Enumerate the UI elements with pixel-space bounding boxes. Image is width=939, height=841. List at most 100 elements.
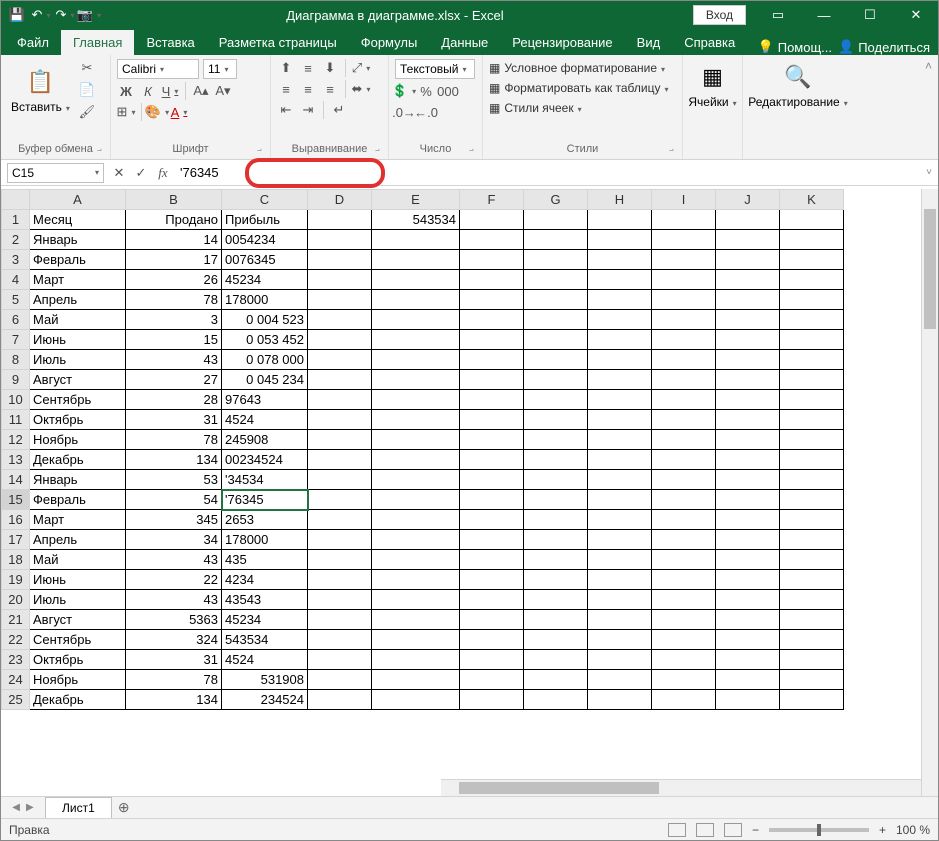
cell-C3[interactable]: 0076345 bbox=[222, 250, 308, 270]
row-header-25[interactable]: 25 bbox=[2, 690, 30, 710]
cell-A1[interactable]: Месяц bbox=[30, 210, 126, 230]
cell-B12[interactable]: 78 bbox=[126, 430, 222, 450]
zoom-slider[interactable] bbox=[769, 828, 869, 832]
cell-B1[interactable]: Продано bbox=[126, 210, 222, 230]
cell-C13[interactable]: 00234524 bbox=[222, 450, 308, 470]
col-header-B[interactable]: B bbox=[126, 190, 222, 210]
cell-A25[interactable]: Декабрь bbox=[30, 690, 126, 710]
cell-B18[interactable]: 43 bbox=[126, 550, 222, 570]
cell-A11[interactable]: Октябрь bbox=[30, 410, 126, 430]
font-size-combo[interactable]: 11 bbox=[203, 59, 237, 79]
page-break-view-icon[interactable] bbox=[724, 823, 742, 837]
tab-данные[interactable]: Данные bbox=[429, 30, 500, 55]
cell-B20[interactable]: 43 bbox=[126, 590, 222, 610]
maximize-icon[interactable]: ☐ bbox=[848, 1, 892, 29]
italic-button[interactable]: К bbox=[139, 82, 157, 100]
row-header-18[interactable]: 18 bbox=[2, 550, 30, 570]
camera-icon[interactable]: 📷 bbox=[81, 7, 97, 23]
zoom-out-icon[interactable]: − bbox=[752, 823, 759, 837]
cell-C11[interactable]: 4524 bbox=[222, 410, 308, 430]
cell-A22[interactable]: Сентябрь bbox=[30, 630, 126, 650]
decrease-indent-icon[interactable]: ⇤ bbox=[277, 101, 295, 119]
fill-color-icon[interactable]: 🎨 bbox=[148, 103, 166, 121]
zoom-level[interactable]: 100 % bbox=[896, 823, 930, 837]
align-center-icon[interactable]: ≡ bbox=[299, 80, 317, 98]
cell-C15[interactable]: '76345 bbox=[222, 490, 308, 510]
cell-A4[interactable]: Март bbox=[30, 270, 126, 290]
cell-B9[interactable]: 27 bbox=[126, 370, 222, 390]
cell-A20[interactable]: Июль bbox=[30, 590, 126, 610]
copy-icon[interactable]: 📄 bbox=[78, 81, 96, 99]
cell-C16[interactable]: 2653 bbox=[222, 510, 308, 530]
format-as-table-button[interactable]: ▦Форматировать как таблицу bbox=[489, 79, 676, 97]
cell-B6[interactable]: 3 bbox=[126, 310, 222, 330]
col-header-E[interactable]: E bbox=[372, 190, 460, 210]
align-bottom-icon[interactable]: ⬇ bbox=[321, 59, 339, 77]
normal-view-icon[interactable] bbox=[668, 823, 686, 837]
col-header-D[interactable]: D bbox=[308, 190, 372, 210]
align-right-icon[interactable]: ≡ bbox=[321, 80, 339, 98]
tab-формулы[interactable]: Формулы bbox=[349, 30, 430, 55]
cell-A7[interactable]: Июнь bbox=[30, 330, 126, 350]
cell-A19[interactable]: Июнь bbox=[30, 570, 126, 590]
fx-icon[interactable]: fx bbox=[152, 162, 174, 184]
cell-B13[interactable]: 134 bbox=[126, 450, 222, 470]
col-header-J[interactable]: J bbox=[716, 190, 780, 210]
cell-C9[interactable]: 0 045 234 bbox=[222, 370, 308, 390]
cell-A2[interactable]: Январь bbox=[30, 230, 126, 250]
row-header-4[interactable]: 4 bbox=[2, 270, 30, 290]
cell-B14[interactable]: 53 bbox=[126, 470, 222, 490]
cell-B11[interactable]: 31 bbox=[126, 410, 222, 430]
conditional-formatting-button[interactable]: ▦Условное форматирование bbox=[489, 59, 676, 77]
row-header-11[interactable]: 11 bbox=[2, 410, 30, 430]
wrap-text-icon[interactable]: ↵ bbox=[330, 101, 348, 119]
cell-C18[interactable]: 435 bbox=[222, 550, 308, 570]
cell-C5[interactable]: 178000 bbox=[222, 290, 308, 310]
close-icon[interactable]: ✕ bbox=[894, 1, 938, 29]
cell-A3[interactable]: Февраль bbox=[30, 250, 126, 270]
horizontal-scrollbar[interactable] bbox=[441, 779, 921, 796]
select-all-corner[interactable] bbox=[2, 190, 30, 210]
minimize-icon[interactable]: — bbox=[802, 1, 846, 29]
percent-icon[interactable]: % bbox=[417, 82, 435, 100]
cell-C20[interactable]: 43543 bbox=[222, 590, 308, 610]
tab-главная[interactable]: Главная bbox=[61, 30, 134, 55]
paste-button[interactable]: 📋 Вставить bbox=[7, 64, 74, 116]
row-header-5[interactable]: 5 bbox=[2, 290, 30, 310]
cell-A10[interactable]: Сентябрь bbox=[30, 390, 126, 410]
cell-A23[interactable]: Октябрь bbox=[30, 650, 126, 670]
font-name-combo[interactable]: Calibri bbox=[117, 59, 199, 79]
row-header-1[interactable]: 1 bbox=[2, 210, 30, 230]
cell-C22[interactable]: 543534 bbox=[222, 630, 308, 650]
vertical-scrollbar[interactable] bbox=[921, 189, 938, 796]
cell-C1[interactable]: Прибыль bbox=[222, 210, 308, 230]
cell-B19[interactable]: 22 bbox=[126, 570, 222, 590]
formula-input[interactable]: '76345 bbox=[174, 165, 920, 180]
save-icon[interactable]: 💾 bbox=[9, 7, 25, 23]
row-header-23[interactable]: 23 bbox=[2, 650, 30, 670]
align-left-icon[interactable]: ≡ bbox=[277, 80, 295, 98]
ribbon-display-icon[interactable]: ▭ bbox=[756, 1, 800, 29]
decrease-font-icon[interactable]: A▾ bbox=[214, 82, 232, 100]
cell-C6[interactable]: 0 004 523 bbox=[222, 310, 308, 330]
cell-B3[interactable]: 17 bbox=[126, 250, 222, 270]
row-header-21[interactable]: 21 bbox=[2, 610, 30, 630]
cell-B8[interactable]: 43 bbox=[126, 350, 222, 370]
cell-C23[interactable]: 4524 bbox=[222, 650, 308, 670]
cell-B7[interactable]: 15 bbox=[126, 330, 222, 350]
tell-me[interactable]: 💡Помощ... bbox=[758, 39, 832, 55]
cells-button[interactable]: ▦ Ячейки bbox=[689, 59, 736, 111]
cell-C12[interactable]: 245908 bbox=[222, 430, 308, 450]
redo-icon[interactable]: ↷ bbox=[57, 7, 73, 23]
cancel-icon[interactable]: ✕ bbox=[108, 162, 130, 184]
collapse-ribbon-icon[interactable]: ˄ bbox=[919, 55, 938, 159]
cell-B22[interactable]: 324 bbox=[126, 630, 222, 650]
sheet-nav[interactable]: ◀▶ bbox=[1, 802, 45, 813]
border-icon[interactable]: ⊞ bbox=[117, 103, 135, 121]
increase-font-icon[interactable]: A▴ bbox=[192, 82, 210, 100]
cell-B23[interactable]: 31 bbox=[126, 650, 222, 670]
cell-C2[interactable]: 0054234 bbox=[222, 230, 308, 250]
cell-A6[interactable]: Май bbox=[30, 310, 126, 330]
merge-icon[interactable]: ⬌ bbox=[352, 80, 370, 98]
enter-icon[interactable]: ✓ bbox=[130, 162, 152, 184]
